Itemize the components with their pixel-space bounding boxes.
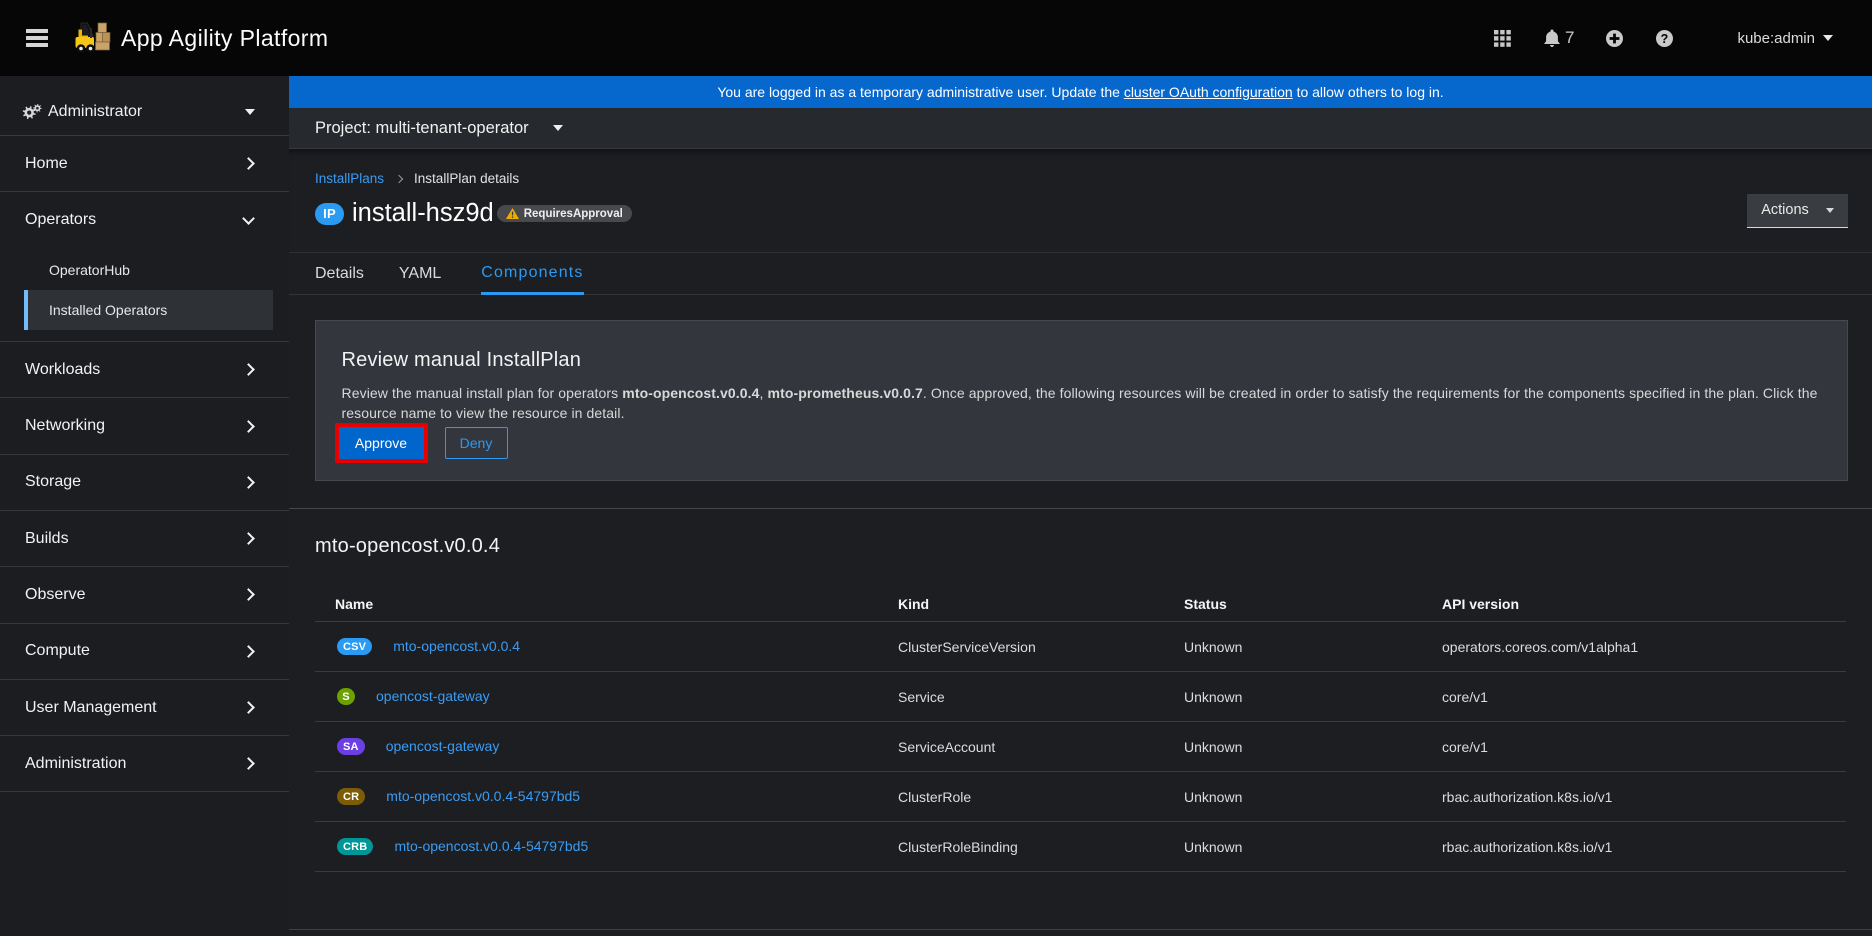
svg-text:?: ? xyxy=(1661,32,1669,46)
